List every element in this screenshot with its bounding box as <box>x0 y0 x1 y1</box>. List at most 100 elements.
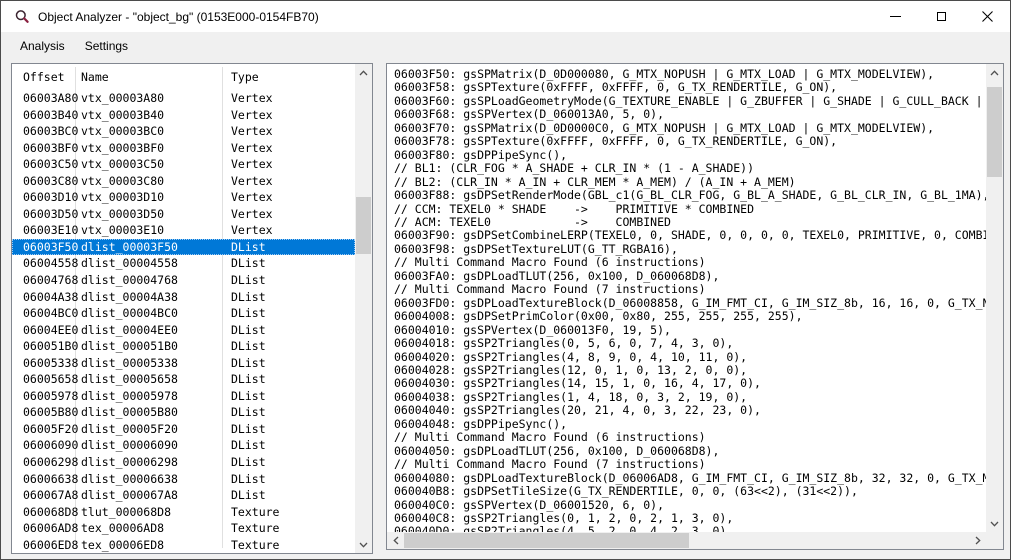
name-cell: dlist_000051B0 <box>81 338 231 355</box>
code-line: 06003F90: gsDPSetCombineLERP(TEXEL0, 0, … <box>394 229 986 242</box>
table-row[interactable]: 06004768dlist_00004768DList <box>12 272 355 289</box>
type-cell: DList <box>231 338 355 355</box>
maximize-button[interactable] <box>918 1 964 31</box>
code-line: 06003F58: gsSPTexture(0xFFFF, 0xFFFF, 0,… <box>394 81 986 94</box>
code-vertical-scrollbar[interactable] <box>986 64 1003 532</box>
table-row[interactable]: 060067A8dlist_000067A8DList <box>12 487 355 504</box>
chevron-left-icon <box>393 536 399 545</box>
code-line: 06004038: gsSP2Triangles(1, 4, 18, 0, 3,… <box>394 391 986 404</box>
scrollbar-down-button[interactable] <box>986 515 1003 532</box>
table-row[interactable]: 06006AD8tex_00006AD8Texture <box>12 520 355 537</box>
name-cell: vtx_00003E10 <box>81 222 231 239</box>
table-row[interactable]: 06003A80vtx_00003A80Vertex <box>12 90 355 107</box>
close-button[interactable] <box>964 1 1010 31</box>
code-line: // Multi Command Macro Found (7 instruct… <box>394 458 986 471</box>
table-rows[interactable]: 06003A80vtx_00003A80Vertex06003B40vtx_00… <box>12 90 355 553</box>
code-line: 06004020: gsSP2Triangles(4, 8, 9, 0, 4, … <box>394 351 986 364</box>
table-row[interactable]: 06005338dlist_00005338DList <box>12 355 355 372</box>
offset-cell: 06003D10 <box>23 189 81 206</box>
offset-cell: 06006ED8 <box>23 537 81 553</box>
type-cell: DList <box>231 272 355 289</box>
offset-cell: 06006090 <box>23 437 81 454</box>
scrollbar-up-button[interactable] <box>986 64 1003 81</box>
scrollbar-down-button[interactable] <box>355 536 372 553</box>
table-row[interactable]: 06005658dlist_00005658DList <box>12 371 355 388</box>
table-row[interactable]: 06003BF0vtx_00003BF0Vertex <box>12 140 355 157</box>
code-horizontal-scrollbar[interactable] <box>387 532 986 549</box>
disassembly-text[interactable]: 06003F50: gsSPMatrix(D_0D000080, G_MTX_N… <box>387 64 986 532</box>
table-row[interactable]: 06003B40vtx_00003B40Vertex <box>12 107 355 124</box>
titlebar[interactable]: Object Analyzer - "object_bg" (0153E000-… <box>1 1 1010 32</box>
minimize-icon <box>890 16 901 17</box>
offset-cell: 06004A38 <box>23 289 81 306</box>
column-header-offset[interactable]: Offset <box>23 70 81 84</box>
table-row[interactable]: 06003C50vtx_00003C50Vertex <box>12 156 355 173</box>
scrollbar-up-button[interactable] <box>355 64 372 81</box>
offset-cell: 060068D8 <box>23 504 81 521</box>
table-row[interactable]: 06004EE0dlist_00004EE0DList <box>12 322 355 339</box>
chevron-up-icon <box>990 70 999 76</box>
table-row[interactable]: 06005978dlist_00005978DList <box>12 388 355 405</box>
table-row[interactable]: 06006090dlist_00006090DList <box>12 437 355 454</box>
type-cell: Vertex <box>231 90 355 107</box>
name-cell: dlist_00004558 <box>81 255 231 272</box>
table-row[interactable]: 06004558dlist_00004558DList <box>12 255 355 272</box>
offset-cell: 060051B0 <box>23 338 81 355</box>
name-cell: vtx_00003D50 <box>81 206 231 223</box>
table-row[interactable]: 06006638dlist_00006638DList <box>12 471 355 488</box>
scrollbar-thumb[interactable] <box>356 197 371 254</box>
table-row[interactable]: 06004BC0dlist_00004BC0DList <box>12 305 355 322</box>
table-header: Offset Name Type <box>12 64 355 90</box>
scrollbar-right-button[interactable] <box>969 532 986 549</box>
scrollbar-thumb[interactable] <box>404 533 689 548</box>
type-cell: Texture <box>231 520 355 537</box>
name-cell: vtx_00003C50 <box>81 156 231 173</box>
chevron-down-icon <box>359 542 368 548</box>
minimize-button[interactable] <box>872 1 918 31</box>
table-row[interactable]: 06006ED8tex_00006ED8Texture <box>12 537 355 553</box>
offset-cell: 06006AD8 <box>23 520 81 537</box>
scrollbar-left-button[interactable] <box>387 532 404 549</box>
name-cell: dlist_00003F50 <box>81 239 231 256</box>
table-row[interactable]: 06003F50dlist_00003F50DList <box>12 239 355 256</box>
name-cell: dlist_00005F20 <box>81 421 231 438</box>
name-cell: dlist_000067A8 <box>81 487 231 504</box>
type-cell: Vertex <box>231 173 355 190</box>
table-row[interactable]: 06005B80dlist_00005B80DList <box>12 404 355 421</box>
table-row[interactable]: 060068D8tlut_000068D8Texture <box>12 504 355 521</box>
offset-cell: 06004BC0 <box>23 305 81 322</box>
table-row[interactable]: 060051B0dlist_000051B0DList <box>12 338 355 355</box>
code-line: 06003F70: gsSPMatrix(D_0D0000C0, G_MTX_N… <box>394 122 986 135</box>
menu-settings[interactable]: Settings <box>75 32 138 59</box>
table-row[interactable]: 06005F20dlist_00005F20DList <box>12 421 355 438</box>
table-row[interactable]: 06003D10vtx_00003D10Vertex <box>12 189 355 206</box>
menubar: Analysis Settings <box>1 32 1010 59</box>
code-line: 06004008: gsDPSetPrimColor(0x00, 0x80, 2… <box>394 310 986 323</box>
column-header-type[interactable]: Type <box>231 70 355 84</box>
table-row[interactable]: 06003E10vtx_00003E10Vertex <box>12 222 355 239</box>
table-row[interactable]: 06003D50vtx_00003D50Vertex <box>12 206 355 223</box>
magnifier-icon <box>14 9 30 25</box>
name-cell: dlist_00004A38 <box>81 289 231 306</box>
code-line: 06003FD0: gsDPLoadTextureBlock(D_0600885… <box>394 297 986 310</box>
code-line: 06003F80: gsDPPipeSync(), <box>394 149 986 162</box>
caption-buttons <box>872 1 1010 31</box>
column-header-name[interactable]: Name <box>81 70 231 84</box>
table-row[interactable]: 06004A38dlist_00004A38DList <box>12 289 355 306</box>
code-line: // BL1: (CLR_FOG * A_SHADE + CLR_IN * (1… <box>394 162 986 175</box>
name-cell: vtx_00003BC0 <box>81 123 231 140</box>
scrollbar-thumb[interactable] <box>987 87 1002 177</box>
table-row[interactable]: 06006298dlist_00006298DList <box>12 454 355 471</box>
name-cell: dlist_00005B80 <box>81 404 231 421</box>
object-list-panel: Offset Name Type 06003A80vtx_00003A80Ver… <box>11 63 373 554</box>
menu-analysis[interactable]: Analysis <box>10 32 75 59</box>
window-title: Object Analyzer - "object_bg" (0153E000-… <box>38 10 319 24</box>
table-vertical-scrollbar[interactable] <box>355 64 372 553</box>
table-row[interactable]: 06003BC0vtx_00003BC0Vertex <box>12 123 355 140</box>
chevron-right-icon <box>975 536 981 545</box>
code-line: 06004028: gsSP2Triangles(12, 0, 1, 0, 13… <box>394 364 986 377</box>
type-cell: DList <box>231 471 355 488</box>
offset-cell: 06003B40 <box>23 107 81 124</box>
table-row[interactable]: 06003C80vtx_00003C80Vertex <box>12 173 355 190</box>
type-cell: DList <box>231 421 355 438</box>
